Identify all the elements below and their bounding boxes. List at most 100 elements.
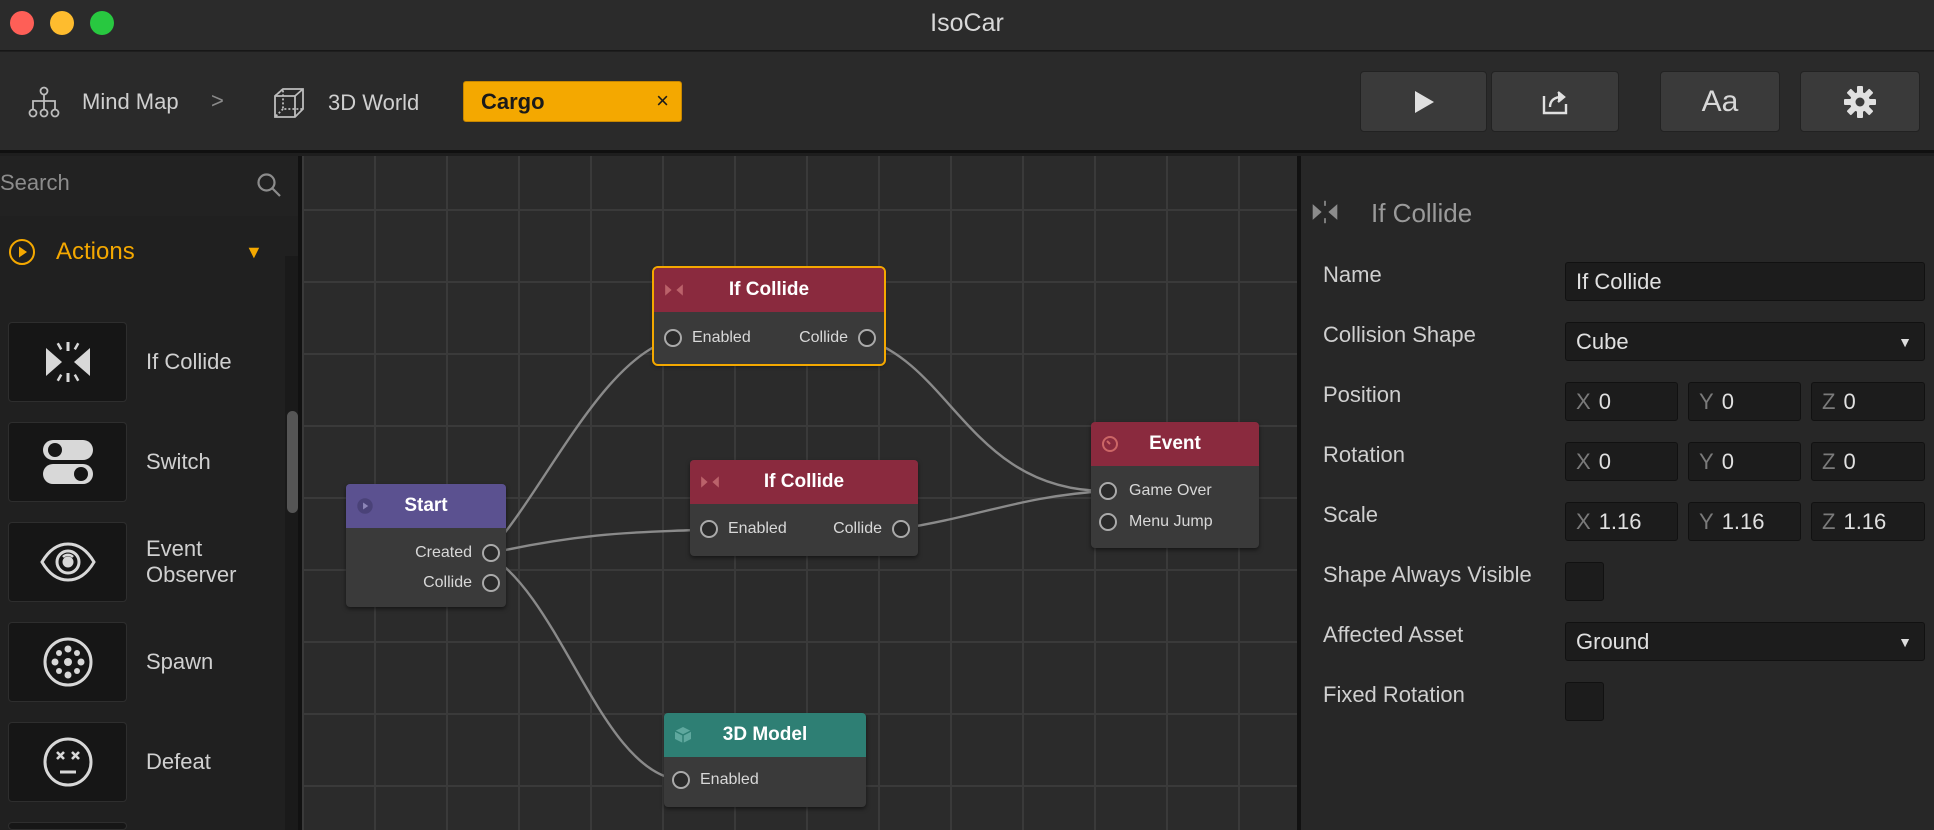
position-y-field[interactable]: Y0 [1688,382,1801,421]
event-icon [1102,436,1118,452]
wire-start-to-model [486,552,683,782]
axis-label: Z [1822,389,1836,414]
rotation-x-field[interactable]: X0 [1565,442,1678,481]
breadcrumb-3d-world[interactable]: 3D World [272,86,419,120]
affected-asset-select[interactable]: Ground ▼ [1565,622,1925,661]
port-label: Collide [833,520,882,537]
search-input[interactable]: Search [0,170,70,196]
prop-label-shape-always-visible: Shape Always Visible [1323,562,1532,587]
input-port-enabled[interactable] [672,771,690,789]
font-label: Aa [1701,84,1739,118]
defeat-face-icon [43,737,92,787]
breadcrumb-separator: > [211,88,224,113]
port-label: Collide [423,574,472,591]
search-icon[interactable] [256,172,282,198]
rotation-y-value: 0 [1721,449,1734,474]
output-port-created[interactable] [482,544,500,562]
list-item-partial[interactable] [8,822,280,830]
rotation-y-field[interactable]: Y0 [1688,442,1801,481]
chevron-down-icon[interactable]: ▼ [245,242,263,263]
node-if-collide-selected[interactable]: If Collide Enabled Collide [652,266,886,366]
fixed-rotation-checkbox[interactable] [1565,682,1604,721]
node-title: 3D Model [722,724,808,745]
port-label: Enabled [700,771,759,788]
font-button[interactable]: Aa [1660,71,1780,132]
node-header[interactable]: If Collide [690,460,918,504]
axis-label: X [1576,509,1591,534]
breadcrumb-mind-map[interactable]: Mind Map [28,86,179,118]
dropdown-caret-icon: ▼ [1898,334,1912,350]
collide-icon [1312,200,1338,224]
close-icon[interactable]: × [656,88,669,114]
position-x-value: 0 [1598,389,1611,414]
sidebar-scrollbar[interactable] [285,256,298,830]
list-item-defeat[interactable]: Defeat [8,722,280,802]
spawn-icon [43,637,92,687]
list-item-switch[interactable]: Switch [8,422,280,502]
node-event[interactable]: Event Game Over Menu Jump [1091,422,1259,548]
item-label: Event Observer [146,536,237,587]
settings-button[interactable] [1800,71,1920,132]
breadcrumb-label: Mind Map [82,89,179,114]
play-button[interactable] [1360,71,1487,132]
prop-label-fixed-rotation: Fixed Rotation [1323,682,1465,707]
item-icon-box [8,522,127,602]
list-item-spawn[interactable]: Spawn [8,622,280,702]
window-title: IsoCar [930,9,1004,37]
collide-icon [701,476,719,488]
node-title: Start [404,495,448,516]
name-value: If Collide [1576,269,1662,294]
scale-z-field[interactable]: Z 1.16 [1811,502,1925,541]
node-start[interactable]: Start Created Collide [346,484,506,607]
rotation-x-value: 0 [1598,449,1611,474]
tab-cargo[interactable]: Cargo × [463,81,682,122]
output-port-collide[interactable] [858,329,876,347]
input-port-enabled[interactable] [664,329,682,347]
position-z-field[interactable]: Z0 [1811,382,1925,421]
input-port-enabled[interactable] [700,520,718,538]
list-item-if-collide[interactable]: If Collide [8,322,280,402]
item-icon-box [8,422,127,502]
switch-icon [42,440,93,484]
input-port-game-over[interactable] [1099,482,1117,500]
node-header[interactable]: Event [1091,422,1259,466]
name-field[interactable]: If Collide [1565,262,1925,301]
inspector-panel: If Collide Name If Collide Collision Sha… [1297,156,1934,830]
app-window: IsoCar Mind Map > 3D World Cargo × Aa Se… [0,0,1934,830]
node-header[interactable]: If Collide [654,268,884,312]
node-3d-model[interactable]: 3D Model Enabled [664,713,866,807]
prop-label-scale: Scale [1323,502,1379,527]
share-button[interactable] [1491,71,1619,132]
item-label: Switch [146,449,211,474]
dropdown-caret-icon: ▼ [1898,634,1912,650]
tab-label: Cargo [481,89,545,114]
section-label: Actions [56,238,135,265]
position-x-field[interactable]: X0 [1565,382,1678,421]
scale-x-value: 1.16 [1598,509,1642,534]
list-item-event-observer[interactable]: Event Observer [8,522,280,602]
port-label: Enabled [728,520,787,537]
scale-y-field[interactable]: Y 1.16 [1688,502,1801,541]
node-header[interactable]: Start [346,484,506,528]
rotation-z-field[interactable]: Z0 [1811,442,1925,481]
shape-always-visible-checkbox[interactable] [1565,562,1604,601]
title-bar: IsoCar [0,0,1934,51]
play-circle-icon [9,239,35,265]
node-if-collide[interactable]: If Collide Enabled Collide [690,460,918,556]
inspector-title: If Collide [1371,198,1473,228]
actions-section-header[interactable]: Actions ▼ [0,216,298,284]
scroll-thumb[interactable] [287,411,298,513]
input-port-menu-jump[interactable] [1099,513,1117,531]
play-circle-icon [357,498,373,514]
node-header[interactable]: 3D Model [664,713,866,757]
output-port-collide[interactable] [892,520,910,538]
search-bar[interactable]: Search [0,156,298,216]
output-port-collide[interactable] [482,574,500,592]
collide-icon [665,284,683,296]
port-label: Menu Jump [1129,513,1213,530]
node-graph-canvas[interactable]: If Collide Enabled Collide If Collide En… [302,156,1297,830]
collision-shape-select[interactable]: Cube ▼ [1565,322,1925,361]
scale-x-field[interactable]: X 1.16 [1565,502,1678,541]
item-icon-box [8,822,127,830]
axis-label: Z [1822,509,1836,534]
